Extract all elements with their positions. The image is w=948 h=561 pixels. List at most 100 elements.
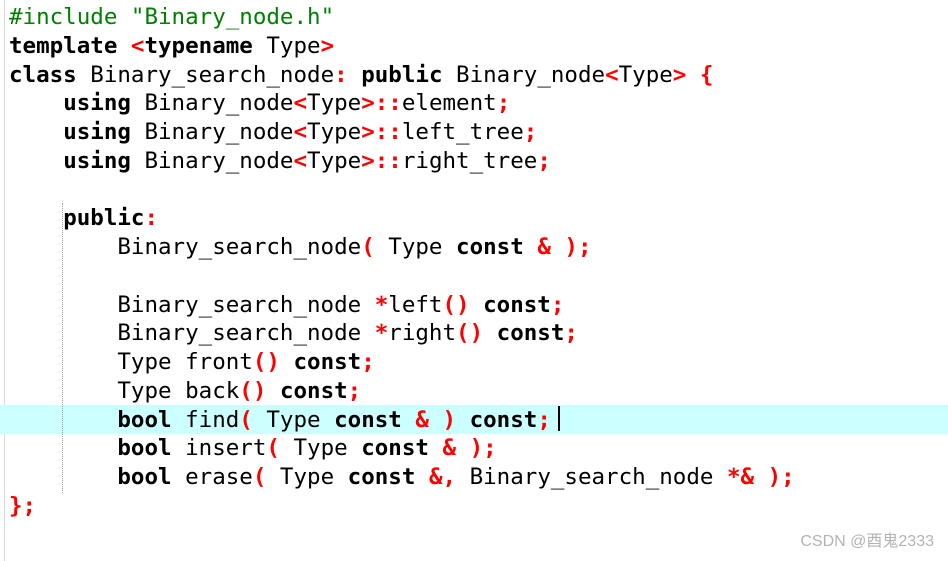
- watermark: CSDN @酉鬼2333: [800, 533, 934, 550]
- code-token: using: [63, 119, 131, 145]
- code-token: right_tree: [401, 147, 538, 174]
- code-line[interactable]: Type front() const;: [0, 347, 948, 376]
- code-text: bool insert( Type const & );: [9, 435, 496, 462]
- code-line[interactable]: using Binary_node<Type>::element;: [0, 88, 948, 117]
- code-line[interactable]: Binary_search_node( Type const & );: [0, 232, 948, 261]
- code-text: public:: [9, 206, 158, 230]
- code-token: class: [9, 61, 77, 88]
- code-token: *&: [726, 464, 755, 490]
- code-token: Binary_node: [130, 90, 294, 117]
- code-token: find: [171, 406, 240, 433]
- code-token: (): [456, 320, 484, 347]
- indent-guide-class-body: [62, 203, 64, 493]
- code-text: Binary_search_node *right() const;: [9, 321, 578, 345]
- code-text: class Binary_search_node: public Binary_…: [9, 63, 713, 87]
- code-token: const: [483, 291, 551, 318]
- code-token: Binary_node: [442, 61, 606, 88]
- code-token: <: [293, 90, 308, 117]
- code-token: <: [293, 119, 308, 145]
- code-token: <: [130, 32, 145, 59]
- code-line[interactable]: using Binary_node<Type>::left_tree;: [0, 117, 948, 146]
- code-token: const: [496, 320, 565, 347]
- code-token: Type: [618, 61, 673, 88]
- code-line[interactable]: bool insert( Type const & );: [0, 433, 948, 462]
- code-token: >::: [361, 119, 402, 145]
- code-token: >::: [361, 90, 402, 117]
- code-text: Binary_search_node *left() const;: [9, 293, 564, 317]
- code-text: bool find( Type const & ) const;: [9, 408, 551, 432]
- code-token: Binary_node: [130, 147, 294, 174]
- code-line[interactable]: using Binary_node<Type>::right_tree;: [0, 146, 948, 175]
- code-line[interactable]: public:: [0, 203, 948, 232]
- code-token: &,: [428, 464, 457, 490]
- code-line[interactable]: Binary_search_node *right() const;: [0, 318, 948, 347]
- code-token: Binary_node: [130, 119, 294, 145]
- code-line[interactable]: [0, 175, 948, 204]
- code-token: const: [293, 349, 362, 375]
- code-token: left: [388, 291, 443, 318]
- code-token: ;: [537, 147, 551, 174]
- code-token: ;: [537, 406, 551, 433]
- code-text: using Binary_node<Type>::right_tree;: [9, 149, 551, 173]
- code-editor[interactable]: #include "Binary_node.h" template <typena…: [0, 0, 948, 561]
- code-token: ;: [361, 349, 375, 375]
- code-token: &: [442, 435, 457, 462]
- code-token: *: [374, 291, 389, 318]
- code-token: const: [469, 406, 538, 433]
- code-token: <: [605, 61, 619, 88]
- code-line[interactable]: #include "Binary_node.h": [0, 2, 948, 31]
- code-token: using: [63, 147, 131, 174]
- code-line[interactable]: Type back() const;: [0, 376, 948, 405]
- code-token: :: [144, 205, 159, 232]
- code-token: public: [361, 61, 443, 88]
- code-token: right: [388, 320, 457, 347]
- code-token: ;: [523, 119, 538, 145]
- code-line[interactable]: Binary_search_node *left() const;: [0, 290, 948, 319]
- code-token: using: [63, 90, 131, 117]
- code-text: template <typename Type>: [9, 34, 334, 58]
- code-line[interactable]: template <typename Type>: [0, 31, 948, 60]
- code-token: "Binary_node.h": [130, 4, 335, 30]
- code-token: Type: [307, 119, 362, 145]
- text-cursor: [558, 406, 560, 431]
- code-token: ;: [347, 377, 362, 404]
- code-token: (: [252, 464, 267, 490]
- code-line[interactable]: class Binary_search_node: public Binary_…: [0, 60, 948, 89]
- code-token: (): [442, 291, 470, 318]
- code-token: (: [266, 435, 280, 462]
- code-line[interactable]: [0, 261, 948, 290]
- code-token: ;: [496, 90, 511, 117]
- code-line[interactable]: bool erase( Type const &, Binary_search_…: [0, 462, 948, 491]
- code-token: ;: [564, 320, 578, 347]
- code-token: const: [334, 406, 402, 433]
- code-token: insert: [171, 435, 267, 462]
- code-token: erase: [171, 464, 253, 490]
- code-token: *: [374, 320, 389, 347]
- code-token: };: [9, 492, 37, 519]
- code-line[interactable]: };: [0, 491, 948, 520]
- code-token: bool: [117, 435, 172, 462]
- code-token: >::: [361, 147, 402, 174]
- code-token: );: [767, 464, 795, 490]
- code-token: Type: [252, 32, 321, 59]
- code-token: ): [442, 406, 457, 433]
- code-token: Binary_search_node: [76, 61, 335, 88]
- code-token: const: [279, 377, 348, 404]
- code-token: (): [252, 349, 280, 375]
- code-token: (): [239, 377, 267, 404]
- code-line-current[interactable]: bool find( Type const & ) const;: [0, 404, 948, 434]
